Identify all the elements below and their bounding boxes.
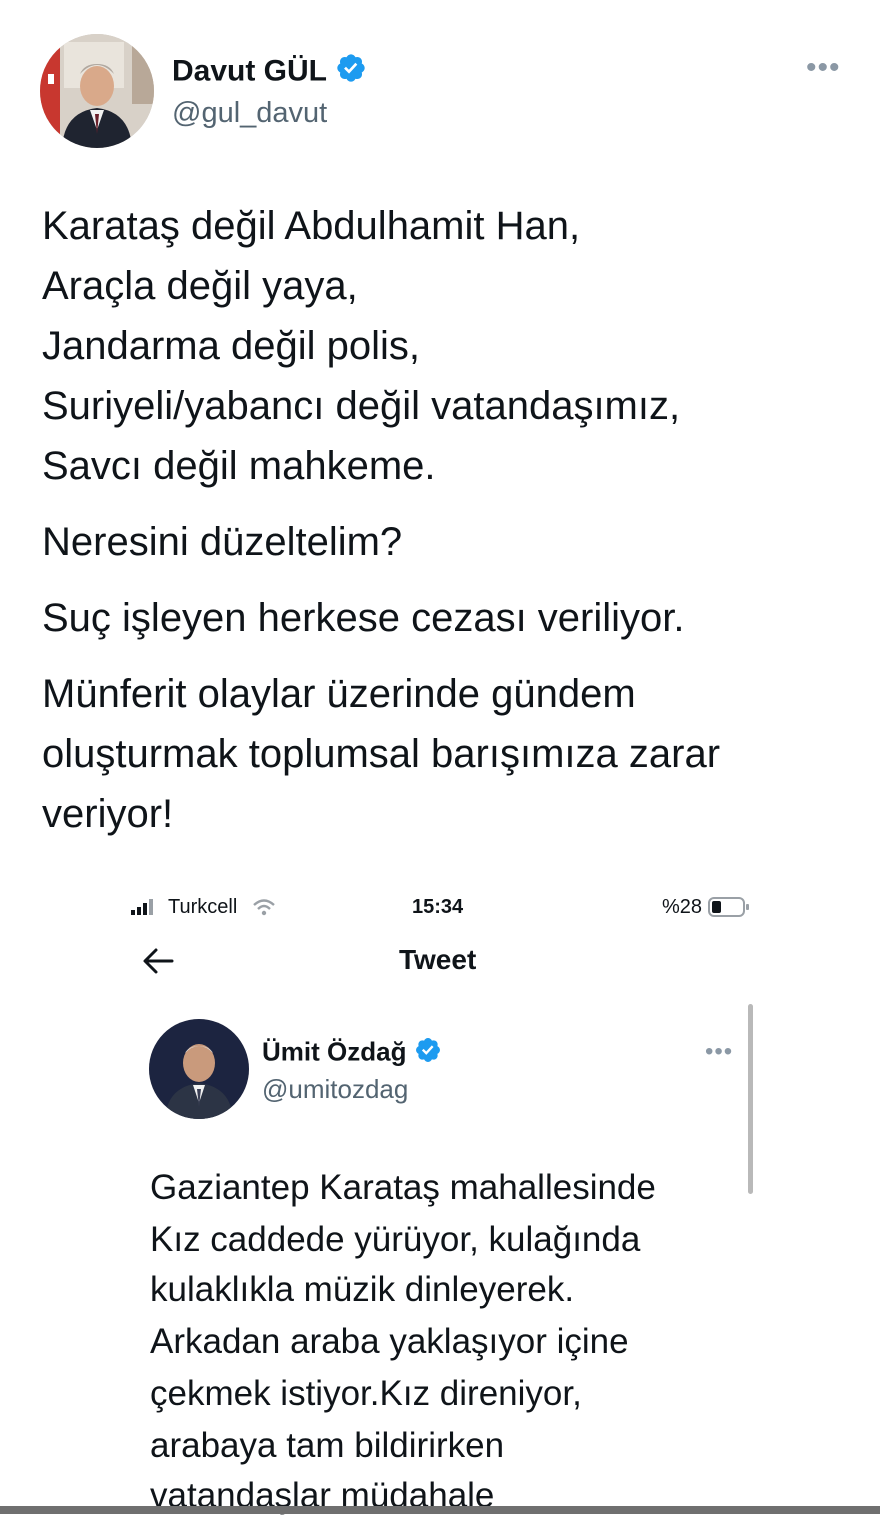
battery-percent: %28 <box>662 896 703 918</box>
verified-badge-icon <box>414 1036 442 1071</box>
author-avatar[interactable] <box>40 34 154 148</box>
tweet-text-line: veriyor! <box>42 792 174 836</box>
quoted-text-line: Arkadan araba yaklaşıyor içine <box>150 1322 629 1361</box>
tweet-text-line: Suç işleyen herkese cezası veriliyor. <box>42 596 685 640</box>
tweet-text-line: Jandarma değil polis, <box>42 324 420 368</box>
quoted-text-line: vatandaşlar müdahale <box>150 1476 495 1515</box>
tweet-text-line: Suriyeli/yabancı değil vatandaşımız, <box>42 384 681 428</box>
more-options-icon[interactable]: ••• <box>806 53 841 83</box>
author-name[interactable]: Davut GÜL <box>172 54 326 87</box>
author-name-row[interactable]: Davut GÜL <box>172 52 367 93</box>
quoted-text-line: arabaya tam bildirirken <box>150 1426 505 1465</box>
battery-icon <box>708 896 750 923</box>
signal-icon <box>131 899 157 920</box>
tweet-text-line: oluşturmak toplumsal barışımıza zarar <box>42 732 721 776</box>
quoted-text-line: Kız caddede yürüyor, kulağında <box>150 1220 641 1259</box>
verified-badge-icon <box>335 52 367 93</box>
wifi-icon <box>252 898 276 921</box>
tweet-text-line: Savcı değil mahkeme. <box>42 444 436 488</box>
back-arrow-icon[interactable] <box>142 946 174 981</box>
tweet-text-line: Araçla değil yaya, <box>42 264 358 308</box>
quoted-author-avatar[interactable] <box>149 1019 249 1119</box>
quoted-text-line: çekmek istiyor.Kız direniyor, <box>150 1374 582 1413</box>
quoted-text-line: Gaziantep Karataş mahallesinde <box>150 1168 656 1207</box>
more-options-icon[interactable]: ••• <box>705 1040 733 1064</box>
attached-screenshot[interactable]: Turkcell 15:34 %28 Tweet Ümit Özdağ @umi… <box>0 880 880 1515</box>
screenshot-bottom-edge <box>0 1506 880 1514</box>
clock: 15:34 <box>412 896 464 918</box>
tweet-text-line: Karataş değil Abdulhamit Han, <box>42 204 581 248</box>
quoted-author-name[interactable]: Ümit Özdağ <box>262 1036 406 1066</box>
quoted-author-name-row[interactable]: Ümit Özdağ <box>262 1036 442 1071</box>
quoted-text-line: kulaklıkla müzik dinleyerek. <box>150 1270 575 1309</box>
tweet-text-line: Neresini düzeltelim? <box>42 520 403 564</box>
screen-title: Tweet <box>399 944 477 975</box>
avatar-image <box>40 34 154 148</box>
quoted-author-handle[interactable]: @umitozdag <box>262 1074 408 1105</box>
author-handle[interactable]: @gul_davut <box>172 96 327 130</box>
scrollbar[interactable] <box>748 1004 753 1194</box>
carrier-label: Turkcell <box>168 896 238 918</box>
quoted-avatar-image <box>149 1019 249 1119</box>
tweet-text-line: Münferit olaylar üzerinde gündem <box>42 672 636 716</box>
